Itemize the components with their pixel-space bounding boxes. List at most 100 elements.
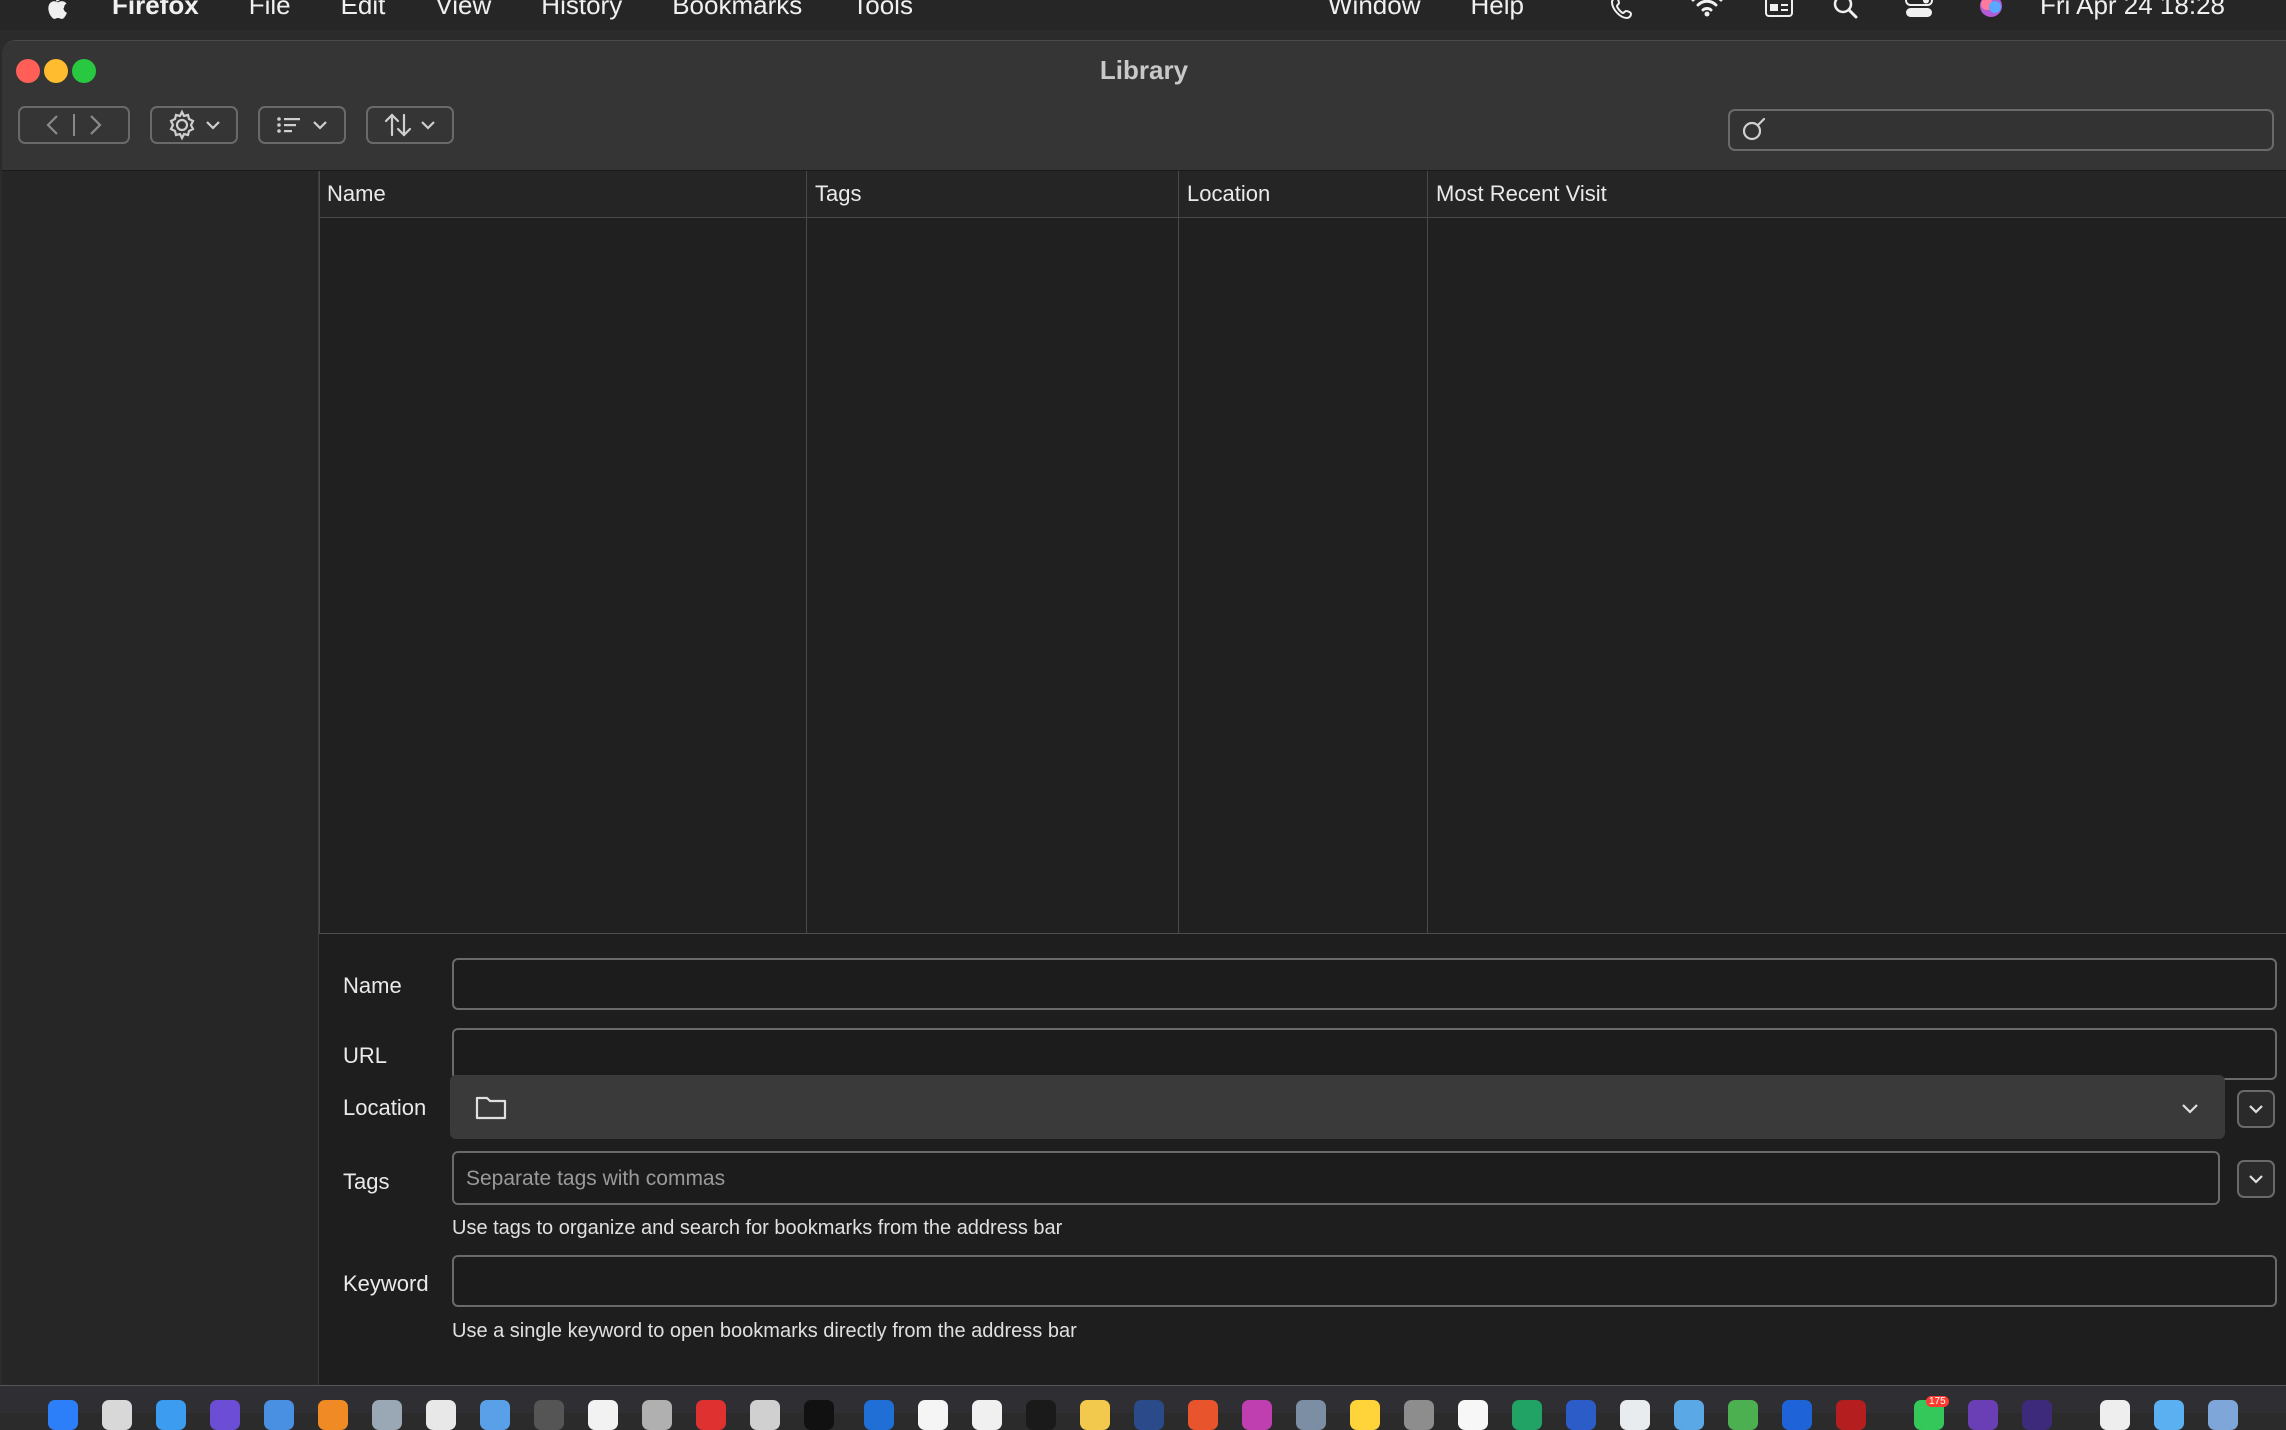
dock-app-icon[interactable] xyxy=(696,1400,726,1430)
dock-app-icon[interactable] xyxy=(1620,1400,1650,1430)
control-center-icon[interactable] xyxy=(1904,0,1934,20)
menu-help[interactable]: Help xyxy=(1470,0,1523,21)
wifi-icon[interactable] xyxy=(1690,0,1724,18)
import-export-menu-button[interactable] xyxy=(366,106,454,144)
library-sidebar[interactable] xyxy=(2,171,319,1386)
dock-app-icon[interactable] xyxy=(1080,1400,1110,1430)
dock-app-icon[interactable] xyxy=(1458,1400,1488,1430)
dock-app-icon[interactable] xyxy=(1674,1400,1704,1430)
location-select[interactable] xyxy=(450,1075,2225,1139)
dock-app-icon[interactable] xyxy=(480,1400,510,1430)
tags-hint: Use tags to organize and search for book… xyxy=(452,1217,1063,1239)
dock-app-icon[interactable] xyxy=(588,1400,618,1430)
bookmarks-table[interactable]: Name Tags Location Most Recent Visit xyxy=(319,171,2286,933)
dock-app-icon[interactable] xyxy=(264,1400,294,1430)
menu-bookmarks[interactable]: Bookmarks xyxy=(672,0,802,21)
url-field[interactable] xyxy=(452,1028,2277,1080)
name-field[interactable] xyxy=(452,958,2277,1010)
dock-app-icon[interactable] xyxy=(2154,1400,2184,1430)
dock-app-icon[interactable] xyxy=(864,1400,894,1430)
dock-app-icon[interactable] xyxy=(1026,1400,1056,1430)
column-header-location[interactable]: Location xyxy=(1179,171,1427,217)
keyword-hint: Use a single keyword to open bookmarks d… xyxy=(452,1320,1077,1342)
terminal-dock-icon[interactable] xyxy=(804,1400,834,1430)
chevron-down-icon xyxy=(2249,1175,2263,1184)
expand-folder-tree-button[interactable] xyxy=(2237,1090,2275,1128)
dock-app-icon[interactable] xyxy=(1566,1400,1596,1430)
column-header-tags[interactable]: Tags xyxy=(807,171,1178,217)
dock-app-icon[interactable] xyxy=(1782,1400,1812,1430)
dock-app-icon[interactable] xyxy=(372,1400,402,1430)
location-label: Location xyxy=(343,1095,427,1120)
name-label: Name xyxy=(343,973,402,998)
dock-app-icon[interactable] xyxy=(318,1400,348,1430)
column-divider xyxy=(806,171,807,933)
menubar-clock[interactable]: Fri Apr 24 18:28 xyxy=(2040,0,2225,21)
chevron-left-icon[interactable] xyxy=(43,113,63,137)
url-label: URL xyxy=(343,1043,388,1068)
menu-bar: Firefox File Edit View History Bookmarks… xyxy=(0,0,2286,30)
folder-icon xyxy=(475,1096,507,1120)
dock-app-icon[interactable] xyxy=(750,1400,780,1430)
dock-app-icon[interactable] xyxy=(1512,1400,1542,1430)
chevron-down-icon xyxy=(206,121,220,130)
notification-badge: 175 xyxy=(1926,1396,1949,1407)
apple-logo-icon[interactable] xyxy=(42,0,70,22)
dock-app-icon[interactable] xyxy=(1134,1400,1164,1430)
menu-history[interactable]: History xyxy=(541,0,622,21)
dock: 175 xyxy=(0,1385,2286,1430)
dock-app-icon[interactable] xyxy=(1968,1400,1998,1430)
menu-view[interactable]: View xyxy=(435,0,491,21)
dock-app-icon[interactable] xyxy=(1728,1400,1758,1430)
dock-app-icon[interactable] xyxy=(210,1400,240,1430)
keyboard-input-icon[interactable] xyxy=(1764,0,1794,20)
column-header-most-recent-visit[interactable]: Most Recent Visit xyxy=(1428,171,2286,217)
chevron-down-icon xyxy=(313,121,327,130)
dock-app-icon[interactable] xyxy=(972,1400,1002,1430)
menu-tools[interactable]: Tools xyxy=(852,0,913,21)
sort-arrows-icon xyxy=(384,113,412,137)
menu-edit[interactable]: Edit xyxy=(341,0,386,21)
siri-icon[interactable] xyxy=(1976,0,2006,20)
dock-app-icon[interactable] xyxy=(1296,1400,1326,1430)
dock-app-icon[interactable] xyxy=(1836,1400,1866,1430)
organize-menu-button[interactable] xyxy=(150,106,238,144)
chevron-down-icon xyxy=(2249,1105,2263,1114)
keyword-field[interactable] xyxy=(452,1255,2277,1307)
dock-app-icon[interactable] xyxy=(2022,1400,2052,1430)
gear-icon xyxy=(169,109,195,141)
phone-icon[interactable] xyxy=(1610,0,1636,20)
dock-app-icon[interactable] xyxy=(534,1400,564,1430)
dock-app-icon[interactable] xyxy=(918,1400,948,1430)
dock-app-icon[interactable] xyxy=(1242,1400,1272,1430)
column-divider xyxy=(1178,171,1179,933)
tags-placeholder: Separate tags with commas xyxy=(466,1167,726,1190)
column-header-name[interactable]: Name xyxy=(319,171,806,217)
dock-app-icon[interactable] xyxy=(1350,1400,1380,1430)
messages-dock-icon[interactable]: 175 xyxy=(1914,1396,1949,1430)
views-menu-button[interactable] xyxy=(258,106,346,144)
chevron-right-icon[interactable] xyxy=(85,113,105,137)
chevron-down-icon xyxy=(421,121,435,130)
dock-app-icon[interactable] xyxy=(156,1400,186,1430)
bookmark-details-pane: Name URL Location Tags Separate tags wit… xyxy=(319,933,2286,1386)
search-bookmarks-input[interactable] xyxy=(1728,109,2274,151)
finder-dock-icon[interactable] xyxy=(48,1400,78,1430)
dock-app-icon[interactable] xyxy=(642,1400,672,1430)
dock-app-icon[interactable] xyxy=(102,1400,132,1430)
tags-label: Tags xyxy=(343,1169,390,1194)
menu-app-firefox[interactable]: Firefox xyxy=(112,0,199,21)
tags-field[interactable]: Separate tags with commas xyxy=(452,1151,2220,1205)
table-header: Name Tags Location Most Recent Visit xyxy=(319,171,2286,218)
dock-app-icon[interactable] xyxy=(1404,1400,1434,1430)
downloads-dock-icon[interactable] xyxy=(2208,1400,2238,1430)
back-forward-group xyxy=(18,106,130,144)
menu-file[interactable]: File xyxy=(249,0,291,21)
dock-app-icon[interactable] xyxy=(426,1400,456,1430)
spotlight-search-icon[interactable] xyxy=(1832,0,1860,20)
firefox-dock-icon[interactable] xyxy=(1188,1400,1218,1430)
expand-tags-list-button[interactable] xyxy=(2237,1160,2275,1198)
dock-app-icon[interactable] xyxy=(2100,1400,2130,1430)
menu-window[interactable]: Window xyxy=(1328,0,1420,21)
window-titlebar: Library xyxy=(2,41,2286,171)
